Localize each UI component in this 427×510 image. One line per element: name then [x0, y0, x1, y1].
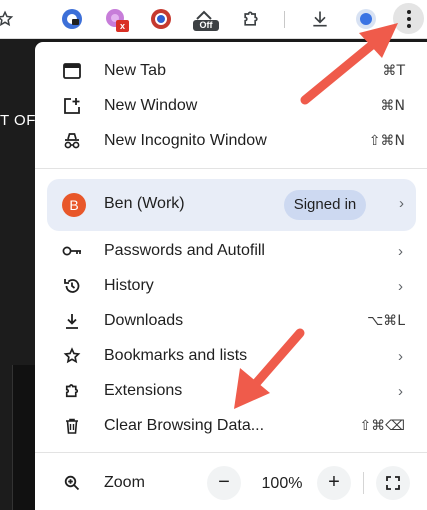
avatar: B [62, 193, 86, 217]
zoom-icon [62, 473, 82, 493]
profile-row[interactable]: B Ben (Work) Signed in › [47, 179, 416, 231]
chrome-menu: New Tab ⌘T New Window ⌘N New Incognito W… [35, 42, 427, 510]
menu-item-label: New Incognito Window [104, 132, 267, 149]
signed-in-badge: Signed in [284, 190, 366, 220]
extensions-puzzle-icon[interactable] [240, 8, 262, 30]
shortcut: ⌥⌘L [367, 313, 405, 329]
incognito-icon [62, 131, 82, 151]
chevron-right-icon: › [398, 347, 403, 365]
profile-name: Ben (Work) [104, 195, 185, 212]
trash-icon [62, 416, 82, 436]
zoom-in-button[interactable]: + [317, 466, 351, 500]
menu-kebab-icon[interactable] [393, 3, 424, 34]
menu-item-clear-browsing-data[interactable]: Clear Browsing Data... ⇧⌘⌫ [35, 409, 427, 443]
menu-item-passwords[interactable]: Passwords and Autofill › [35, 234, 427, 268]
chevron-right-icon: › [398, 242, 403, 260]
menu-item-label: Extensions [104, 382, 183, 399]
blocked-badge: x [116, 20, 129, 32]
menu-item-downloads[interactable]: Downloads ⌥⌘L [35, 304, 427, 338]
chevron-right-icon: › [398, 277, 403, 295]
menu-item-history[interactable]: History › [35, 269, 427, 303]
menu-item-label: New Window [104, 97, 198, 114]
zoom-divider [363, 472, 364, 494]
extension-off-icon[interactable]: Off [193, 8, 219, 31]
zoom-level: 100% [261, 475, 303, 492]
star-icon [62, 346, 82, 366]
menu-item-new-tab[interactable]: New Tab ⌘T [35, 54, 427, 88]
menu-divider [35, 168, 427, 169]
page-text: T OF [0, 112, 36, 129]
extension-globe-icon[interactable] [150, 8, 172, 30]
extension-lock-icon[interactable] [61, 8, 83, 30]
shortcut: ⇧⌘⌫ [359, 418, 405, 434]
shortcut: ⇧⌘N [368, 133, 405, 149]
browser-toolbar: x Off [0, 0, 427, 39]
zoom-row: Zoom − 100% + [35, 460, 427, 506]
menu-item-new-incognito-window[interactable]: New Incognito Window ⇧⌘N [35, 124, 427, 158]
fullscreen-icon [386, 476, 400, 490]
menu-divider [35, 452, 427, 453]
shortcut: ⌘T [382, 63, 405, 79]
zoom-label: Zoom [104, 474, 145, 491]
puzzle-icon [62, 381, 82, 401]
menu-item-new-window[interactable]: New Window ⌘N [35, 89, 427, 123]
menu-item-label: History [104, 277, 154, 294]
menu-item-label: Clear Browsing Data... [104, 417, 265, 434]
star-icon[interactable] [0, 8, 16, 30]
menu-item-bookmarks[interactable]: Bookmarks and lists › [35, 339, 427, 373]
shortcut: ⌘N [380, 98, 405, 114]
new-tab-icon [62, 61, 82, 81]
zoom-out-button[interactable]: − [207, 466, 241, 500]
history-icon [62, 276, 82, 296]
download-icon[interactable] [309, 8, 331, 30]
key-icon [62, 241, 82, 261]
menu-item-extensions[interactable]: Extensions › [35, 374, 427, 408]
toolbar-divider [284, 11, 285, 28]
chevron-right-icon: › [399, 195, 404, 212]
menu-item-label: Bookmarks and lists [104, 347, 248, 364]
menu-item-label: New Tab [104, 62, 166, 79]
zoom-label-row: Zoom [35, 466, 195, 500]
new-window-icon [62, 96, 82, 116]
chevron-right-icon: › [398, 382, 403, 400]
profile-icon[interactable] [355, 8, 377, 30]
page-background-panel [12, 365, 36, 510]
menu-item-label: Passwords and Autofill [104, 242, 265, 259]
extension-blocked-icon[interactable]: x [105, 8, 129, 32]
menu-item-label: Downloads [104, 312, 184, 329]
download-icon [62, 311, 82, 331]
fullscreen-button[interactable] [376, 466, 410, 500]
off-badge: Off [193, 20, 219, 31]
